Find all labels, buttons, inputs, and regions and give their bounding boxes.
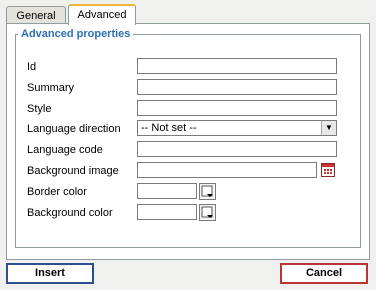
- summary-label: Summary: [27, 82, 75, 94]
- background-color-label: Background color: [27, 207, 113, 219]
- insert-button[interactable]: Insert: [6, 263, 94, 284]
- border-color-row: Border color: [27, 183, 347, 201]
- color-picker-icon[interactable]: [199, 204, 216, 221]
- border-color-input[interactable]: [137, 183, 197, 199]
- language-direction-label: Language direction: [27, 123, 121, 135]
- browse-icon[interactable]: [321, 163, 335, 177]
- language-direction-value: -- Not set --: [141, 122, 197, 134]
- style-row: Style: [27, 100, 347, 118]
- border-color-label: Border color: [27, 186, 87, 198]
- language-direction-select[interactable]: -- Not set -- ▼: [137, 120, 337, 136]
- id-input[interactable]: [137, 58, 337, 74]
- background-image-row: Background image: [27, 162, 347, 180]
- fieldset-legend: Advanced properties: [21, 28, 131, 40]
- cancel-button[interactable]: Cancel: [280, 263, 368, 284]
- advanced-properties-fieldset: Advanced properties Id Summary Style Lan…: [15, 28, 361, 248]
- background-color-input[interactable]: [137, 204, 197, 220]
- style-input[interactable]: [137, 100, 337, 116]
- language-code-input[interactable]: [137, 141, 337, 157]
- background-image-input[interactable]: [137, 162, 317, 178]
- id-row: Id: [27, 58, 347, 76]
- language-code-label: Language code: [27, 144, 103, 156]
- tab-general[interactable]: General: [6, 6, 66, 24]
- background-image-label: Background image: [27, 165, 119, 177]
- color-picker-icon[interactable]: [199, 183, 216, 200]
- tab-advanced[interactable]: Advanced: [68, 4, 136, 25]
- tab-panel: Advanced properties Id Summary Style Lan…: [6, 23, 370, 260]
- id-label: Id: [27, 61, 37, 73]
- style-label: Style: [27, 103, 52, 115]
- chevron-down-icon[interactable]: ▼: [321, 121, 336, 135]
- summary-input[interactable]: [137, 79, 337, 95]
- language-direction-row: Language direction -- Not set -- ▼: [27, 120, 347, 138]
- summary-row: Summary: [27, 79, 347, 97]
- background-color-row: Background color: [27, 204, 347, 222]
- language-code-row: Language code: [27, 141, 347, 159]
